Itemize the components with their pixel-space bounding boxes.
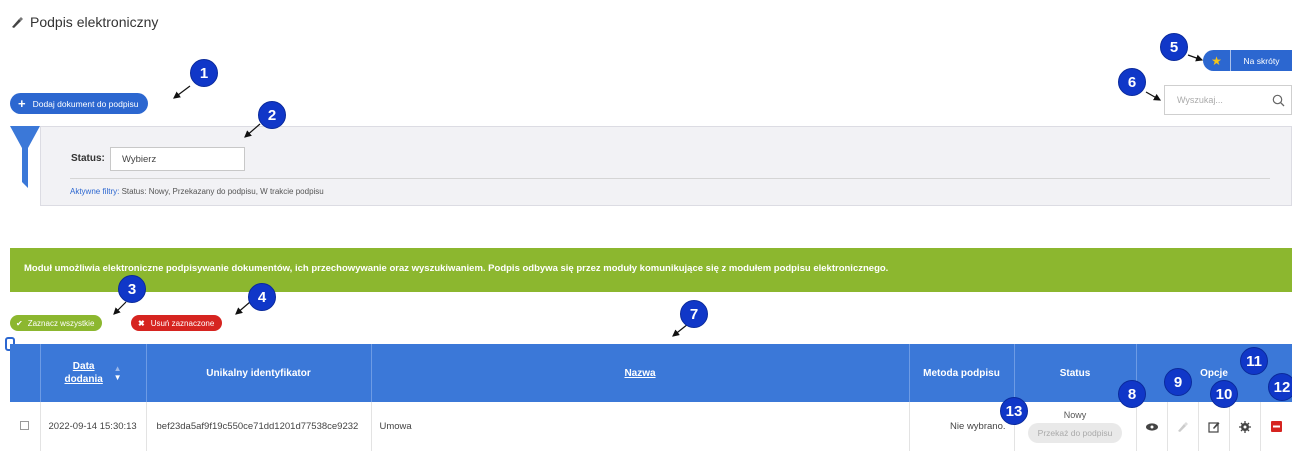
filter-panel: Status: Wybierz Aktywne filtry: Status: … [40,126,1292,206]
history-icon[interactable] [1230,402,1262,451]
edit-icon[interactable] [1199,402,1231,451]
row-name: Umowa [371,402,910,451]
row-method: Nie wybrano. [909,402,1015,451]
add-document-button[interactable]: + Dodaj dokument do podpisu [10,93,149,114]
status-filter-label: Status: [71,153,105,164]
shortcuts-label: Na skróty [1243,55,1280,66]
date-header-line2: dodania [64,374,103,385]
preview-icon[interactable] [1137,402,1168,451]
status-filter-select[interactable]: Wybierz [110,147,245,171]
row-checkbox-cell [10,402,41,451]
remove-selected-button[interactable]: ✖ Usuń zaznaczone [131,315,223,331]
star-icon: ★ [1203,50,1231,71]
table-row: 2022-09-14 15:30:13 bef23da5af9f19c550ce… [10,402,1292,451]
annotation-marker-6: 6 [1118,68,1146,96]
date-header-line1: Data [72,361,95,372]
annotation-marker-12: 12 [1268,373,1292,401]
search-input[interactable] [1165,95,1265,105]
annotation-marker-9: 9 [1164,368,1192,396]
add-document-label: Dodaj dokument do podpisu [32,98,139,109]
annotation-marker-4: 4 [248,283,276,311]
annotation-marker-3: 3 [118,275,146,303]
row-checkbox[interactable] [20,420,30,430]
active-filters: Aktywne filtry: Status: Nowy, Przekazany… [70,187,324,196]
row-date: 2022-09-14 15:30:13 [40,402,147,451]
forward-to-sign-button[interactable]: Przekaż do podpisu [1027,423,1123,443]
column-header-method: Metoda podpisu [909,344,1015,402]
column-header-date[interactable]: Data dodania ▲ ▼ [40,344,147,402]
row-options-cell [1136,402,1292,451]
delete-icon[interactable] [1261,402,1291,451]
column-header-name[interactable]: Nazwa [371,344,910,402]
search-icon[interactable] [1272,94,1285,107]
search-box [1164,85,1292,115]
filter-funnel-icon[interactable] [10,126,40,188]
annotation-marker-2: 2 [258,101,286,129]
row-status-cell: Nowy Przekaż do podpisu [1014,402,1137,451]
sort-icon[interactable]: ▲ ▼ [114,364,122,382]
active-filters-label: Aktywne filtry: [70,187,120,196]
info-banner: Moduł umożliwia elektroniczne podpisywan… [10,248,1292,292]
plus-icon: + [18,96,26,111]
page-title: Podpis elektroniczny [10,14,158,30]
annotation-marker-5: 5 [1160,33,1188,61]
select-all-button[interactable]: ✔ Zaznacz wszystkie [10,315,103,331]
row-identifier: bef23da5af9f19c550ce71dd1201d77538ce9232 [146,402,372,451]
filter-divider [70,178,1270,179]
row-status: Nowy [1063,410,1087,420]
select-all-label: Zaznacz wszystkie [27,318,95,328]
annotation-marker-8: 8 [1118,380,1146,408]
x-icon: ✖ [138,318,145,328]
annotation-marker-11: 11 [1240,347,1268,375]
column-header-identifier: Unikalny identyfikator [146,344,372,402]
annotation-marker-13: 13 [1000,397,1028,425]
annotation-marker-10: 10 [1210,380,1238,408]
annotation-marker-7: 7 [680,300,708,328]
shortcuts-button[interactable]: ★ Na skróty [1203,50,1292,71]
annotation-marker-1: 1 [190,59,218,87]
table-header-row: Data dodania ▲ ▼ Unikalny identyfikator N… [10,344,1292,402]
sign-icon[interactable] [1168,402,1199,451]
remove-selected-label: Usuń zaznaczone [150,318,215,328]
select-column-header [10,344,41,402]
check-icon: ✔ [16,318,23,328]
documents-table: Data dodania ▲ ▼ Unikalny identyfikator N… [10,344,1292,451]
pen-nib-icon [12,17,23,28]
page-title-text: Podpis elektroniczny [30,14,159,30]
active-filters-value: Status: Nowy, Przekazany do podpisu, W t… [121,187,324,196]
